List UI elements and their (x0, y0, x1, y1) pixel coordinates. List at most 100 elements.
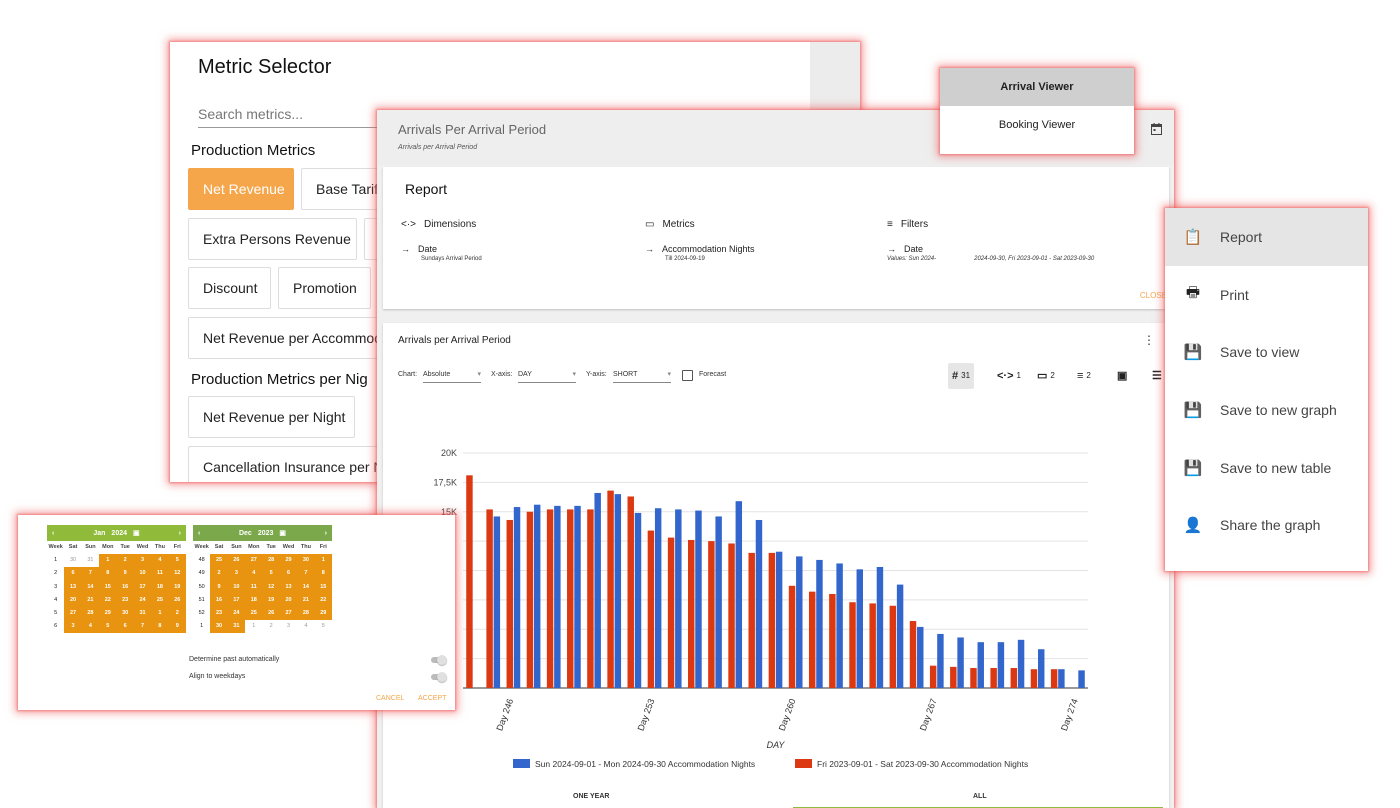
day-cell[interactable]: 24 (133, 593, 152, 607)
day-cell[interactable]: 28 (262, 554, 280, 568)
day-cell[interactable]: 4 (297, 620, 315, 634)
day-cell[interactable]: 8 (151, 620, 169, 634)
day-cell[interactable]: 10 (227, 580, 246, 594)
day-cell[interactable]: 25 (245, 606, 263, 621)
day-cell[interactable]: 9 (210, 580, 228, 594)
year-label[interactable]: 2024 (111, 530, 127, 537)
tab-one-year[interactable]: ONE YEAR (573, 793, 609, 800)
chip-extra-persons-revenue[interactable]: Extra Persons Revenue (188, 218, 357, 260)
day-cell[interactable]: 10 (133, 567, 152, 581)
menu-item-booking-viewer[interactable]: Booking Viewer (940, 106, 1134, 144)
day-cell[interactable]: 20 (279, 593, 298, 607)
day-cell[interactable]: 16 (210, 593, 228, 607)
day-cell[interactable]: 23 (116, 593, 134, 607)
day-cell[interactable]: 11 (151, 567, 169, 581)
metric-search-input[interactable]: Search metrics... (198, 106, 398, 128)
day-cell[interactable]: 29 (279, 554, 298, 568)
day-cell[interactable]: 3 (227, 567, 246, 581)
day-cell[interactable]: 13 (279, 580, 298, 594)
day-cell[interactable]: 30 (116, 606, 134, 621)
year-label[interactable]: 2023 (258, 530, 274, 537)
day-cell[interactable]: 15 (314, 580, 332, 594)
day-cell[interactable]: 5 (314, 620, 332, 634)
day-cell[interactable]: 30 (64, 554, 82, 568)
day-cell[interactable]: 8 (99, 567, 117, 581)
day-cell[interactable]: 1 (314, 554, 332, 568)
toolbar-dimensions-button[interactable]: <·> 1 (993, 363, 1025, 389)
forecast-checkbox[interactable] (682, 370, 693, 381)
month-label[interactable]: Jan (93, 530, 105, 537)
day-cell[interactable]: 2 (262, 620, 280, 634)
day-cell[interactable]: 11 (245, 580, 263, 594)
day-cell[interactable]: 23 (210, 606, 228, 621)
menu-item-arrival-viewer[interactable]: Arrival Viewer (940, 68, 1134, 106)
day-cell[interactable]: 27 (245, 554, 263, 568)
month-label[interactable]: Dec (239, 530, 252, 537)
chip-net-revenue-per-accommodation[interactable]: Net Revenue per Accommod (188, 317, 384, 359)
toolbar-filters-button[interactable]: ≡ 2 (1073, 363, 1095, 389)
accept-button[interactable]: ACCEPT (418, 695, 446, 702)
day-cell[interactable]: 3 (133, 554, 152, 568)
day-cell[interactable]: 4 (151, 554, 169, 568)
day-cell[interactable]: 6 (64, 567, 82, 581)
day-cell[interactable]: 27 (279, 606, 298, 621)
day-cell[interactable]: 5 (262, 567, 280, 581)
day-cell[interactable]: 19 (168, 580, 186, 594)
day-cell[interactable]: 22 (99, 593, 117, 607)
day-cell[interactable]: 2 (210, 567, 228, 581)
toolbar-table-button[interactable]: ☰ (1148, 363, 1166, 389)
day-cell[interactable]: 13 (64, 580, 82, 594)
chip-cancellation-insurance-per-night[interactable]: Cancellation Insurance per N (188, 446, 384, 482)
metric-item-accommodation-nights[interactable]: → Accommodation Nights (645, 244, 865, 254)
menu-item-print[interactable]: 🖶 Print (1165, 266, 1368, 324)
day-cell[interactable]: 18 (245, 593, 263, 607)
day-cell[interactable]: 27 (64, 606, 82, 621)
toolbar-calendar-button[interactable]: ▣ (1113, 363, 1131, 389)
day-cell[interactable]: 20 (64, 593, 82, 607)
day-cell[interactable]: 21 (81, 593, 100, 607)
chip-base-tarif[interactable]: Base Tarif (301, 168, 381, 210)
dimension-item-date[interactable]: → Date (401, 244, 621, 254)
day-cell[interactable]: 17 (133, 580, 152, 594)
day-cell[interactable]: 1 (245, 620, 263, 634)
day-cell[interactable]: 30 (297, 554, 315, 568)
toggle-align-weekdays[interactable] (431, 672, 447, 682)
day-cell[interactable]: 22 (314, 593, 332, 607)
day-cell[interactable]: 9 (116, 567, 134, 581)
menu-item-save-to-new-graph[interactable]: 💾 Save to new graph (1165, 381, 1368, 439)
calendar-icon[interactable] (1151, 123, 1162, 138)
day-cell[interactable]: 14 (81, 580, 100, 594)
menu-item-share-graph[interactable]: 👤 Share the graph (1165, 496, 1368, 554)
day-cell[interactable]: 21 (297, 593, 315, 607)
day-cell[interactable]: 8 (314, 567, 332, 581)
toggle-determine-past[interactable] (431, 655, 447, 665)
day-cell[interactable]: 6 (279, 567, 298, 581)
day-cell[interactable]: 3 (279, 620, 298, 634)
day-cell[interactable]: 25 (151, 593, 169, 607)
day-cell[interactable]: 16 (116, 580, 134, 594)
day-cell[interactable]: 31 (81, 554, 100, 568)
day-cell[interactable]: 12 (262, 580, 280, 594)
day-cell[interactable]: 14 (297, 580, 315, 594)
day-cell[interactable]: 19 (262, 593, 280, 607)
menu-item-save-to-new-table[interactable]: 💾 Save to new table (1165, 439, 1368, 497)
day-cell[interactable]: 29 (99, 606, 117, 621)
chevron-left-icon[interactable]: ‹ (198, 530, 200, 537)
day-cell[interactable]: 29 (314, 606, 332, 621)
day-cell[interactable]: 5 (168, 554, 186, 568)
chevron-right-icon[interactable]: › (325, 530, 327, 537)
close-button[interactable]: CLOSE (1140, 291, 1167, 300)
y-axis-select[interactable]: SHORT (613, 367, 671, 383)
day-cell[interactable]: 5 (99, 620, 117, 634)
chevron-right-icon[interactable]: › (179, 530, 181, 537)
chip-promotion[interactable]: Promotion (278, 267, 371, 309)
day-cell[interactable]: 15 (99, 580, 117, 594)
day-cell[interactable]: 1 (151, 606, 169, 621)
chart-type-select[interactable]: Absolute (423, 367, 481, 383)
day-cell[interactable]: 31 (227, 620, 246, 634)
day-cell[interactable]: 6 (116, 620, 134, 634)
chip-net-revenue[interactable]: Net Revenue (188, 168, 294, 210)
day-cell[interactable]: 30 (210, 620, 228, 634)
tab-all[interactable]: ALL (973, 793, 987, 800)
day-cell[interactable]: 1 (99, 554, 117, 568)
